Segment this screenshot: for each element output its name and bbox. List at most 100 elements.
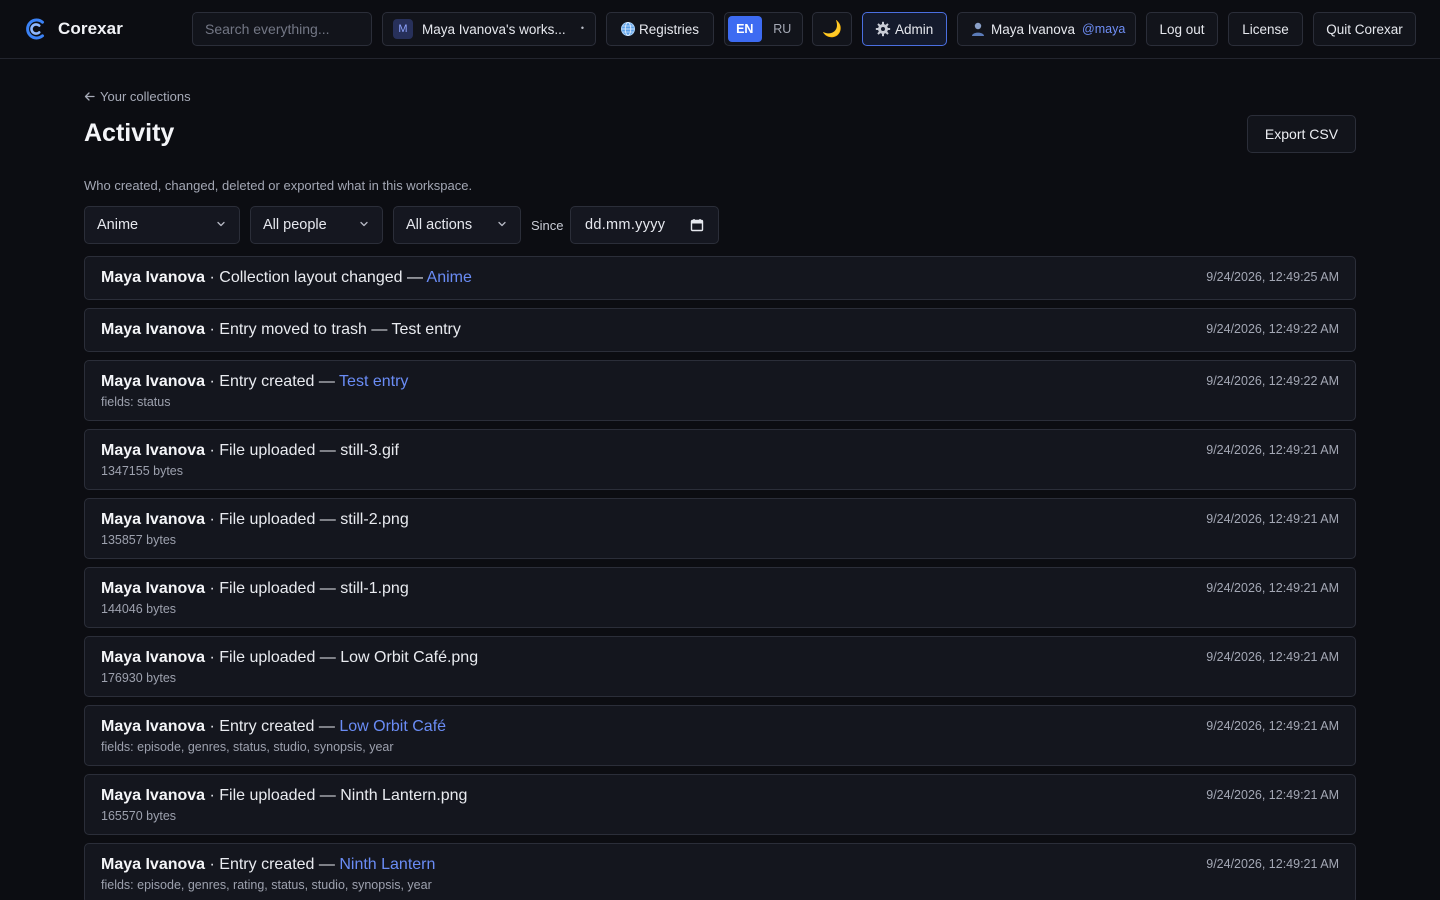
activity-row: Maya Ivanova · File uploaded — Low Orbit… — [84, 636, 1356, 697]
activity-target-link[interactable]: Low Orbit Café — [339, 718, 446, 735]
activity-target-link[interactable]: Ninth Lantern — [339, 856, 435, 873]
page-subtitle: Who created, changed, deleted or exporte… — [84, 178, 473, 193]
separator-dash: — — [314, 373, 340, 390]
chevron-down-icon — [498, 221, 506, 227]
activity-row: Maya Ivanova · File uploaded — still-2.p… — [84, 498, 1356, 559]
activity-summary: Maya Ivanova · Entry moved to trash — Te… — [101, 321, 461, 339]
activity-timestamp: 9/24/2026, 12:49:21 AM — [1206, 719, 1339, 733]
activity-action: Entry created — [219, 856, 315, 873]
activity-action: File uploaded — [219, 787, 316, 804]
since-date-input[interactable]: dd.mm.yyyy — [570, 206, 719, 244]
activity-target: Low Orbit Café.png — [340, 649, 479, 666]
separator-dash: — — [315, 649, 341, 666]
collection-filter-value: Anime — [97, 217, 139, 233]
activity-actor: Maya Ivanova — [101, 321, 206, 338]
registries-button[interactable]: Registries — [606, 12, 714, 46]
activity-actor: Maya Ivanova — [101, 649, 206, 666]
activity-row: Maya Ivanova · Entry created — Ninth Lan… — [84, 843, 1356, 900]
calendar-icon[interactable] — [690, 218, 704, 232]
user-icon — [972, 22, 984, 36]
actions-filter[interactable]: All actions — [393, 206, 521, 244]
activity-actor: Maya Ivanova — [101, 856, 206, 873]
separator-dash: — — [314, 718, 340, 735]
globe-icon — [621, 22, 635, 36]
activity-row: Maya Ivanova · File uploaded — still-3.g… — [84, 429, 1356, 490]
activity-row: Maya Ivanova · Entry moved to trash — Te… — [84, 308, 1356, 352]
activity-summary: Maya Ivanova · File uploaded — Ninth Lan… — [101, 787, 467, 805]
activity-actor: Maya Ivanova — [101, 373, 206, 390]
separator-dash: — — [315, 580, 341, 597]
activity-row: Maya Ivanova · File uploaded — Ninth Lan… — [84, 774, 1356, 835]
activity-actor: Maya Ivanova — [101, 787, 206, 804]
lang-en-button[interactable]: EN — [728, 16, 762, 42]
activity-actor: Maya Ivanova — [101, 269, 206, 286]
activity-summary: Maya Ivanova · File uploaded — Low Orbit… — [101, 649, 478, 667]
top-bar: Corexar M Maya Ivanova's works... • Regi… — [0, 0, 1440, 59]
activity-timestamp: 9/24/2026, 12:49:21 AM — [1206, 788, 1339, 802]
lang-ru-button[interactable]: RU — [766, 16, 800, 42]
activity-target-link[interactable]: Anime — [427, 269, 472, 286]
brand[interactable]: Corexar — [24, 16, 123, 42]
workspace-switcher[interactable]: M Maya Ivanova's works... • — [382, 12, 596, 46]
activity-detail: 135857 bytes — [101, 533, 177, 547]
activity-summary: Maya Ivanova · Entry created — Ninth Lan… — [101, 856, 435, 874]
global-search[interactable] — [192, 12, 372, 46]
chevron-down-icon — [360, 221, 368, 227]
activity-target: Test entry — [391, 321, 461, 338]
activity-target: still-2.png — [340, 511, 409, 528]
activity-action: Entry created — [219, 373, 315, 390]
gear-icon — [875, 21, 891, 37]
activity-target-link[interactable]: Test entry — [339, 373, 408, 390]
separator-dot: · — [205, 649, 220, 666]
separator-dash: — — [315, 511, 341, 528]
workspace-caret-icon: • — [580, 23, 584, 33]
moon-icon: 🌙 — [822, 21, 842, 38]
separator-dot: · — [205, 580, 220, 597]
export-csv-button[interactable]: Export CSV — [1247, 115, 1356, 153]
separator-dash: — — [366, 321, 392, 338]
separator-dot: · — [205, 718, 220, 735]
activity-timestamp: 9/24/2026, 12:49:22 AM — [1206, 322, 1339, 336]
activity-summary: Maya Ivanova · File uploaded — still-1.p… — [101, 580, 409, 598]
activity-timestamp: 9/24/2026, 12:49:21 AM — [1206, 650, 1339, 664]
user-menu[interactable]: Maya Ivanova @maya — [957, 12, 1136, 46]
workspace-badge: M — [393, 19, 413, 39]
language-switcher: EN RU — [724, 12, 803, 46]
activity-summary: Maya Ivanova · Entry created — Low Orbit… — [101, 718, 446, 736]
activity-summary: Maya Ivanova · Entry created — Test entr… — [101, 373, 408, 391]
separator-dash: — — [315, 787, 341, 804]
app-name: Corexar — [58, 19, 123, 38]
license-button[interactable]: License — [1228, 12, 1303, 46]
arrow-left-icon — [84, 92, 95, 101]
activity-detail: 1347155 bytes — [101, 464, 184, 478]
activity-summary: Maya Ivanova · File uploaded — still-2.p… — [101, 511, 409, 529]
activity-target: still-1.png — [340, 580, 409, 597]
activity-timestamp: 9/24/2026, 12:49:21 AM — [1206, 512, 1339, 526]
quit-button[interactable]: Quit Corexar — [1313, 12, 1416, 46]
back-link[interactable]: Your collections — [84, 89, 191, 104]
separator-dot: · — [205, 321, 220, 338]
activity-action: File uploaded — [219, 442, 316, 459]
admin-label: Admin — [895, 21, 934, 37]
people-filter[interactable]: All people — [250, 206, 383, 244]
search-input[interactable] — [205, 21, 365, 37]
activity-row: Maya Ivanova · Entry created — Test entr… — [84, 360, 1356, 421]
user-handle: @maya — [1082, 22, 1126, 36]
theme-toggle-button[interactable]: 🌙 — [812, 12, 852, 46]
collection-filter[interactable]: Anime — [84, 206, 240, 244]
workspace-name: Maya Ivanova's works... — [422, 21, 566, 37]
activity-action: File uploaded — [219, 649, 316, 666]
admin-button[interactable]: Admin — [862, 12, 947, 46]
logout-button[interactable]: Log out — [1146, 12, 1218, 46]
activity-detail: fields: status — [101, 395, 171, 409]
activity-actor: Maya Ivanova — [101, 718, 206, 735]
registries-label: Registries — [639, 21, 700, 37]
activity-detail: 176930 bytes — [101, 671, 177, 685]
actions-filter-value: All actions — [406, 217, 473, 233]
activity-row: Maya Ivanova · Entry created — Low Orbit… — [84, 705, 1356, 766]
activity-timestamp: 9/24/2026, 12:49:21 AM — [1206, 443, 1339, 457]
since-date-placeholder: dd.mm.yyyy — [585, 217, 666, 233]
activity-detail: 144046 bytes — [101, 602, 177, 616]
activity-action: Entry moved to trash — [219, 321, 367, 338]
back-link-label: Your collections — [100, 89, 191, 104]
